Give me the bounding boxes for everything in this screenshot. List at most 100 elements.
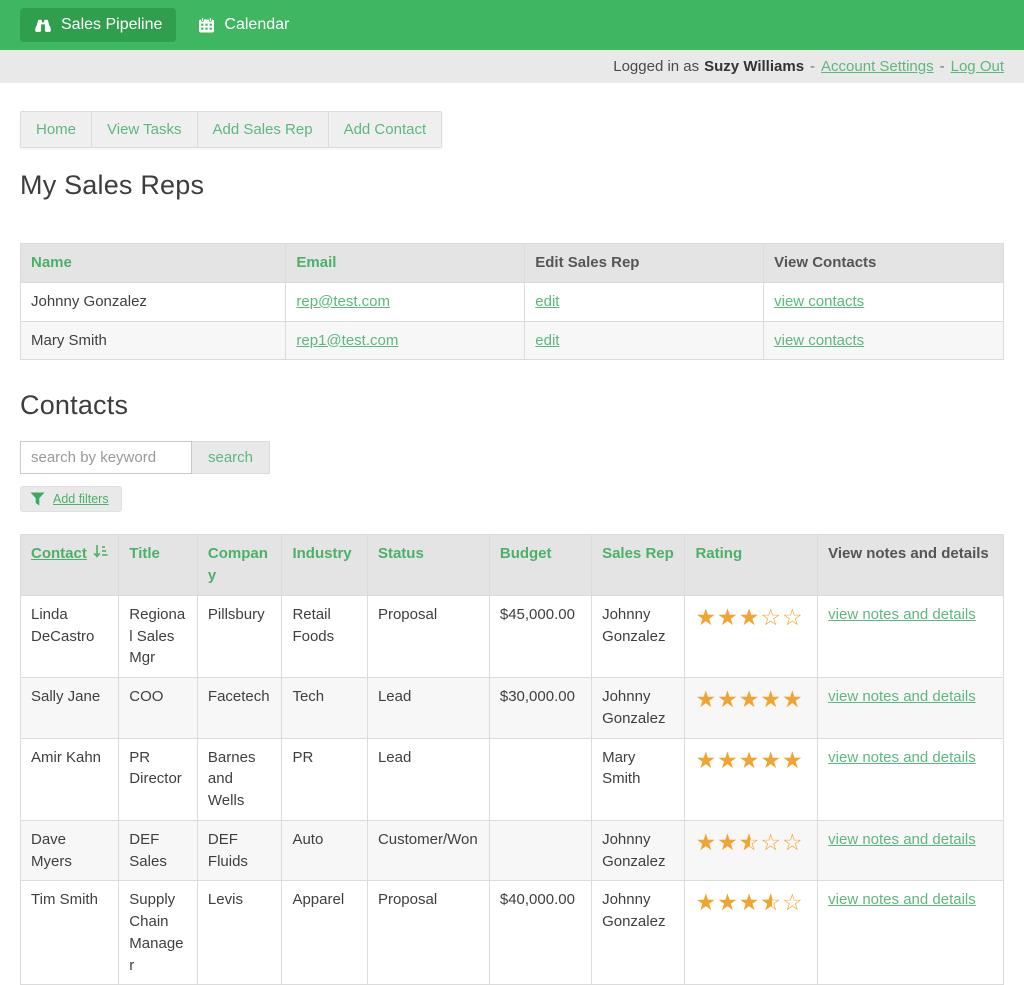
rating-stars: ★★★★★: [695, 686, 803, 712]
view-notes-link[interactable]: view notes and details: [828, 891, 976, 908]
rep-name: Johnny Gonzalez: [21, 282, 286, 321]
view-notes-link[interactable]: view notes and details: [828, 606, 976, 623]
separator: -: [940, 58, 945, 75]
contact-status: Lead: [367, 678, 489, 739]
contact-sales-rep: Johnny Gonzalez: [592, 820, 685, 881]
rating-stars: ★★★★☆☆: [695, 889, 803, 915]
table-header-row: Contact: [21, 535, 1004, 596]
search-input[interactable]: [20, 441, 192, 474]
calendar-icon: [198, 17, 215, 33]
contact-name: Amir Kahn: [21, 738, 119, 820]
edit-rep-link[interactable]: edit: [535, 293, 559, 310]
funnel-icon: [30, 492, 45, 506]
top-navbar: Sales Pipeline Calendar: [0, 0, 1024, 50]
col-header-view-notes: View notes and details: [818, 535, 1004, 596]
table-row: Dave Myers DEF Sales DEF Fluids Auto Cus…: [21, 820, 1004, 881]
contact-company: Barnes and Wells: [197, 738, 282, 820]
log-out-link[interactable]: Log Out: [951, 58, 1004, 75]
sort-by-contact-link[interactable]: Contact: [31, 543, 108, 565]
table-row: Sally Jane COO Facetech Tech Lead $30,00…: [21, 678, 1004, 739]
contact-name: Linda DeCastro: [21, 595, 119, 677]
tab-label: Calendar: [224, 16, 289, 34]
contact-budget: $40,000.00: [489, 881, 591, 985]
contact-company: Pillsbury: [197, 595, 282, 677]
page-nav-button-group: Home View Tasks Add Sales Rep Add Contac…: [20, 111, 442, 148]
contact-status: Customer/Won: [367, 820, 489, 881]
tab-sales-pipeline[interactable]: Sales Pipeline: [20, 8, 176, 42]
contact-title: PR Director: [119, 738, 198, 820]
col-header-title: Title: [119, 535, 198, 596]
view-contacts-link[interactable]: view contacts: [774, 293, 864, 310]
contact-budget: $45,000.00: [489, 595, 591, 677]
col-header-status: Status: [367, 535, 489, 596]
table-header-row: Name Email Edit Sales Rep View Contacts: [21, 244, 1004, 283]
table-row: Johnny Gonzalez rep@test.com edit view c…: [21, 282, 1004, 321]
rep-email-link[interactable]: rep1@test.com: [296, 332, 398, 349]
add-filters-button[interactable]: Add filters: [20, 486, 122, 512]
edit-rep-link[interactable]: edit: [535, 332, 559, 349]
contact-status: Proposal: [367, 881, 489, 985]
contact-title: COO: [119, 678, 198, 739]
view-tasks-button[interactable]: View Tasks: [92, 112, 197, 147]
contact-sales-rep: Mary Smith: [592, 738, 685, 820]
contact-status: Lead: [367, 738, 489, 820]
contacts-title: Contacts: [20, 390, 1004, 421]
sales-reps-title: My Sales Reps: [20, 170, 1004, 201]
binoculars-icon: [34, 18, 52, 33]
table-row: Mary Smith rep1@test.com edit view conta…: [21, 321, 1004, 360]
home-button[interactable]: Home: [21, 112, 92, 147]
tab-calendar[interactable]: Calendar: [184, 8, 303, 42]
account-settings-link[interactable]: Account Settings: [821, 58, 934, 75]
contact-company: Facetech: [197, 678, 282, 739]
add-sales-rep-button[interactable]: Add Sales Rep: [198, 112, 329, 147]
contact-budget: [489, 820, 591, 881]
contact-sales-rep: Johnny Gonzalez: [592, 595, 685, 677]
table-row: Linda DeCastro Regional Sales Mgr Pillsb…: [21, 595, 1004, 677]
sort-ascending-icon: [93, 543, 108, 565]
logged-in-bar: Logged in as Suzy Williams - Account Set…: [0, 50, 1024, 83]
contact-name: Tim Smith: [21, 881, 119, 985]
col-header-edit: Edit Sales Rep: [525, 244, 764, 283]
view-notes-link[interactable]: view notes and details: [828, 749, 976, 766]
col-header-view-contacts: View Contacts: [764, 244, 1004, 283]
rating-stars: ★★★★★: [695, 747, 803, 773]
col-header-rating: Rating: [685, 535, 818, 596]
add-filters-label: Add filters: [53, 492, 109, 506]
contact-name: Dave Myers: [21, 820, 119, 881]
separator: -: [810, 58, 815, 75]
search-row: search: [20, 441, 1004, 474]
sales-reps-table: Name Email Edit Sales Rep View Contacts …: [20, 243, 1004, 360]
contact-industry: Apparel: [282, 881, 368, 985]
contact-industry: Tech: [282, 678, 368, 739]
contact-name: Sally Jane: [21, 678, 119, 739]
search-button[interactable]: search: [192, 441, 270, 474]
col-header-company: Company: [197, 535, 282, 596]
view-contacts-link[interactable]: view contacts: [774, 332, 864, 349]
contact-budget: [489, 738, 591, 820]
rep-email-link[interactable]: rep@test.com: [296, 293, 390, 310]
view-notes-link[interactable]: view notes and details: [828, 688, 976, 705]
contact-title: Supply Chain Manager: [119, 881, 198, 985]
tab-label: Sales Pipeline: [61, 16, 162, 34]
contact-industry: PR: [282, 738, 368, 820]
col-header-industry: Industry: [282, 535, 368, 596]
contact-company: DEF Fluids: [197, 820, 282, 881]
contact-company: Levis: [197, 881, 282, 985]
contact-title: DEF Sales: [119, 820, 198, 881]
view-notes-link[interactable]: view notes and details: [828, 831, 976, 848]
logged-in-username: Suzy Williams: [704, 58, 804, 75]
col-header-sales-rep: Sales Rep: [592, 535, 685, 596]
col-header-budget: Budget: [489, 535, 591, 596]
rating-stars: ★★★☆☆: [695, 604, 803, 630]
col-header-name: Name: [21, 244, 286, 283]
rating-stars: ★★★☆☆☆: [695, 829, 803, 855]
contact-industry: Auto: [282, 820, 368, 881]
logged-in-text: Logged in as: [613, 58, 699, 75]
table-row: Amir Kahn PR Director Barnes and Wells P…: [21, 738, 1004, 820]
contact-industry: Retail Foods: [282, 595, 368, 677]
contact-title: Regional Sales Mgr: [119, 595, 198, 677]
contact-status: Proposal: [367, 595, 489, 677]
rep-name: Mary Smith: [21, 321, 286, 360]
add-contact-button[interactable]: Add Contact: [329, 112, 442, 147]
contact-sales-rep: Johnny Gonzalez: [592, 678, 685, 739]
